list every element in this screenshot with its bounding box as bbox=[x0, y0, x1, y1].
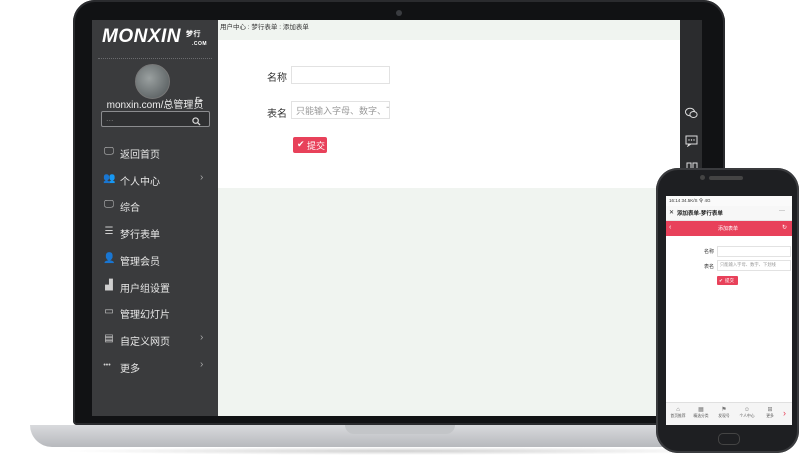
laptop-shadow bbox=[60, 447, 740, 455]
sidebar-item-label: 个人中心 bbox=[120, 176, 160, 188]
sidebar-item-label: 综合 bbox=[120, 203, 140, 215]
phone-table-label: 表名 bbox=[704, 264, 715, 270]
phone-tabbar: ⌂ 首页推荐 ▦ 精选分类 ⚑ 发现号 ☺ 个人中心 ⊞ 更多 › bbox=[666, 402, 792, 425]
phone-home-button[interactable] bbox=[718, 433, 740, 445]
table-name-placeholder: 只能输入字母、数字、下划 bbox=[296, 106, 389, 116]
submit-label: 提交 bbox=[307, 141, 326, 151]
name-field[interactable] bbox=[291, 66, 390, 84]
table-name-field[interactable]: 只能输入字母、数字、下划 bbox=[291, 101, 390, 119]
divider bbox=[98, 58, 212, 59]
avatar[interactable] bbox=[135, 64, 170, 99]
monitor-icon: 🖵 bbox=[104, 146, 114, 157]
phone-tab-home[interactable]: ⌂ 首页推荐 bbox=[667, 406, 689, 425]
name-label: 名称 bbox=[267, 73, 287, 84]
phone-page-title: 添加表单-梦行表单 bbox=[677, 211, 723, 217]
sidebar-item-label: 管理会员 bbox=[120, 256, 160, 268]
phone-tab-category[interactable]: ▦ 精选分类 bbox=[690, 406, 712, 425]
sidebar-item[interactable]: 👥 个人中心 › bbox=[92, 167, 218, 193]
phone-refresh-icon[interactable]: ↻ bbox=[782, 224, 787, 231]
phone-status-time: 16:14 34.5K/S 令 4G bbox=[669, 198, 711, 203]
phone-tab-next-icon[interactable]: › bbox=[783, 408, 786, 418]
sidebar-item[interactable]: 👤 管理会员 bbox=[92, 247, 218, 273]
sidebar-item[interactable]: 🖵 返回首页 bbox=[92, 140, 218, 166]
message-icon[interactable] bbox=[685, 135, 698, 148]
more-grid-icon: ⊞ bbox=[767, 407, 773, 413]
phone-titlebar: ✕ 添加表单-梦行表单 ··· bbox=[666, 206, 792, 221]
phone-status-bar: 16:14 34.5K/S 令 4G bbox=[666, 196, 792, 206]
sidebar-item[interactable]: ▭ 管理幻灯片 bbox=[92, 300, 218, 326]
grid-icon: ▦ bbox=[698, 407, 704, 413]
slides-icon: ▭ bbox=[104, 306, 114, 318]
sidebar-item[interactable]: 🖵 综合 bbox=[92, 193, 218, 219]
submit-button[interactable]: ✔ 提交 bbox=[293, 137, 327, 153]
breadcrumb: 用户中心 : 梦行表单 : 添加表单 bbox=[220, 24, 309, 31]
sidebar-item-label: 返回首页 bbox=[120, 150, 160, 161]
phone-tab-discover[interactable]: ⚑ 发现号 bbox=[713, 406, 735, 425]
sidebar-item[interactable]: ▤ 自定义网页 › bbox=[92, 327, 218, 353]
search-input[interactable]: ... bbox=[106, 113, 114, 123]
sidebar-item-label: 自定义网页 bbox=[120, 336, 170, 348]
form-panel: 名称 表名 只能输入字母、数字、下划 bbox=[218, 40, 680, 188]
chevron-right-icon: › bbox=[200, 358, 204, 370]
person-icon: ☺ bbox=[743, 407, 751, 413]
logo-sub: 梦行 bbox=[186, 31, 201, 38]
chevron-right-icon: › bbox=[200, 171, 204, 183]
sidebar-item-label: 用户组设置 bbox=[120, 283, 170, 295]
logout-icon[interactable] bbox=[195, 96, 204, 107]
sidebar-item[interactable]: ☰ 梦行表单 bbox=[92, 220, 218, 246]
phone-speaker bbox=[709, 176, 743, 180]
phone-table-placeholder: 只能输入字母、数字、下划线 bbox=[720, 262, 776, 267]
phone-submit-label: 提交 bbox=[725, 278, 734, 283]
sidebar-item-label: 梦行表单 bbox=[120, 230, 160, 242]
logo-com: .COM bbox=[192, 41, 208, 47]
chevron-right-icon: › bbox=[200, 331, 204, 343]
phone-name-field[interactable] bbox=[717, 246, 791, 257]
logo-text: MONXIN bbox=[102, 26, 181, 47]
sidebar-search[interactable]: ... bbox=[101, 111, 210, 127]
monitor-icon: 🖵 bbox=[104, 199, 114, 211]
logo[interactable]: MONXIN 梦行 .COM bbox=[102, 26, 212, 48]
phone-header-bar: ‹ 添加表单 ↻ bbox=[666, 221, 792, 236]
sidebar: MONXIN 梦行 .COM monxin.com/总管理员 ... 🖵 返回首页… bbox=[92, 20, 218, 416]
sidebar-item-label: 管理幻灯片 bbox=[120, 310, 170, 322]
home-icon: ⌂ bbox=[676, 407, 680, 413]
phone-form: 名称 表名 只能输入字母、数字、下划线 ✔ 提交 bbox=[666, 236, 792, 406]
phone-camera bbox=[700, 175, 705, 180]
check-icon: ✔ bbox=[297, 139, 305, 149]
sidebar-item[interactable]: ▟ 用户组设置 bbox=[92, 274, 218, 300]
phone-close-icon[interactable]: ✕ bbox=[669, 209, 674, 216]
webpage-icon: ▤ bbox=[104, 332, 114, 344]
discover-icon: ⚑ bbox=[721, 407, 727, 413]
list-icon: ☰ bbox=[104, 226, 114, 238]
search-icon[interactable] bbox=[192, 113, 201, 126]
phone-screen: 16:14 34.5K/S 令 4G ✕ 添加表单-梦行表单 ··· ‹ 添加表… bbox=[666, 196, 792, 425]
phone-submit-button[interactable]: ✔ 提交 bbox=[717, 276, 738, 285]
table-label: 表名 bbox=[267, 109, 287, 120]
phone-tab-profile[interactable]: ☺ 个人中心 bbox=[736, 406, 758, 425]
user-icon: 👤 bbox=[103, 252, 116, 264]
phone-table-field[interactable]: 只能输入字母、数字、下划线 bbox=[717, 260, 791, 271]
phone-name-label: 名称 bbox=[704, 249, 715, 255]
laptop-screen: MONXIN 梦行 .COM monxin.com/总管理员 ... 🖵 返回首页… bbox=[92, 20, 680, 416]
phone-back-icon[interactable]: ‹ bbox=[669, 224, 671, 231]
phone-check-icon: ✔ bbox=[719, 278, 723, 283]
phone-tab-more[interactable]: ⊞ 更多 bbox=[759, 406, 781, 425]
wechat-icon[interactable] bbox=[685, 107, 698, 120]
group-icon: ▟ bbox=[105, 279, 113, 291]
sidebar-item-label: 更多 bbox=[120, 363, 140, 375]
phone-more-icon[interactable]: ··· bbox=[779, 208, 785, 214]
laptop-notch bbox=[345, 425, 455, 434]
sidebar-item[interactable]: ••• 更多 › bbox=[92, 354, 218, 380]
laptop-camera bbox=[396, 10, 402, 16]
phone-header-title: 添加表单 bbox=[718, 226, 739, 232]
users-icon: 👥 bbox=[103, 172, 116, 184]
more-dots-icon: ••• bbox=[103, 361, 111, 369]
